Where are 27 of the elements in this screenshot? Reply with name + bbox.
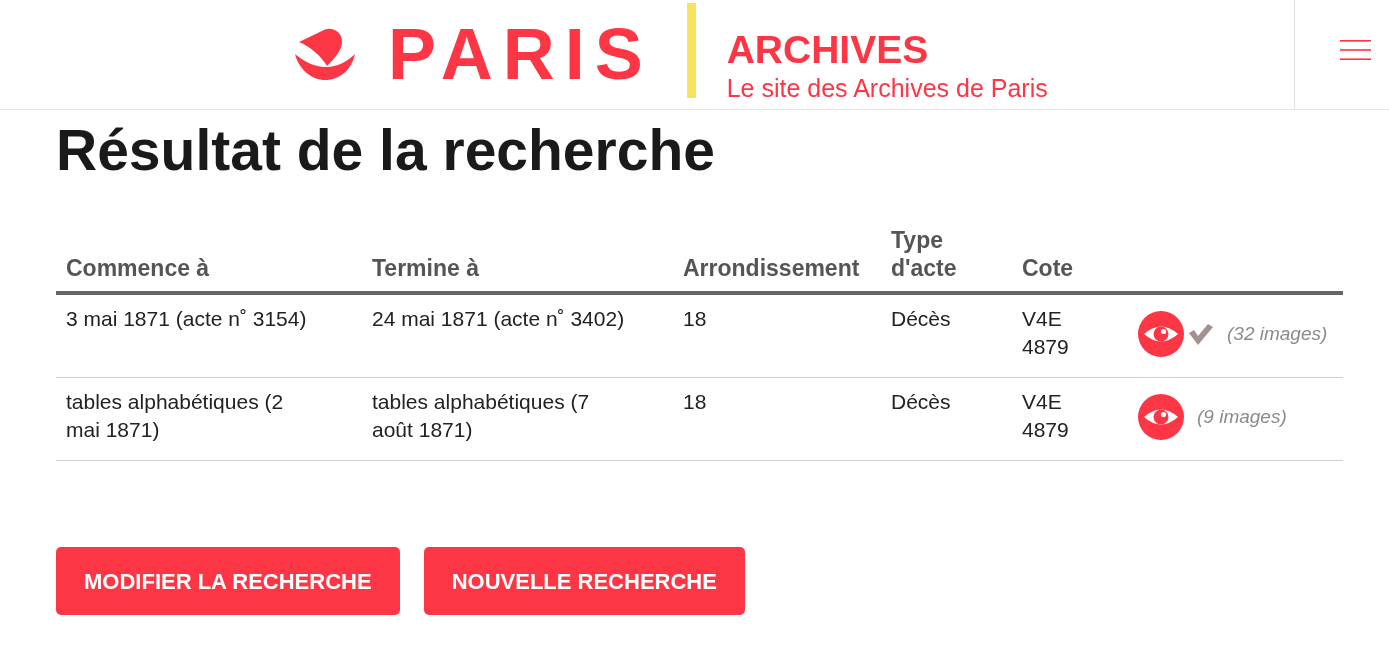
new-search-button[interactable]: NOUVELLE RECHERCHE [423,547,745,616]
eye-icon[interactable] [1138,311,1184,358]
column-header: Arrondissement [673,226,881,294]
page-title: Résultat de la recherche [56,117,716,184]
modify-search-button[interactable]: MODIFIER LA RECHERCHE [56,547,400,616]
table-cell: Décès [881,377,1012,461]
table-cell: V4E 4879 [1012,293,1128,378]
table-cell: Décès [881,293,1012,378]
column-header: Type d'acte [881,226,1012,294]
column-header: Commence à [56,226,362,294]
column-header: Termine à [362,226,673,294]
table-cell: tables alphabétiques (2 mai 1871) [56,377,362,461]
menu-icon[interactable] [1340,40,1371,60]
eye-icon[interactable] [1138,394,1184,441]
image-count: (32 images) [1227,322,1328,347]
table-cell: 24 mai 1871 (acte n˚ 3402) [362,293,673,378]
site-title: ARCHIVES [726,28,930,71]
table-cell: 3 mai 1871 (acte n˚ 3154) [56,293,362,378]
logo-text: PARIS [388,17,653,90]
table-cell: 18 [673,377,881,461]
table-cell: tables alphabétiques (7 août 1871) [362,377,673,461]
table-cell: 18 [673,293,881,378]
image-count: (9 images) [1197,405,1287,430]
site-subtitle: Le site des Archives de Paris [726,73,1048,103]
ship-logo-icon [295,27,355,80]
column-header: Cote [1012,226,1128,294]
table-cell: V4E 4879 [1012,377,1128,461]
